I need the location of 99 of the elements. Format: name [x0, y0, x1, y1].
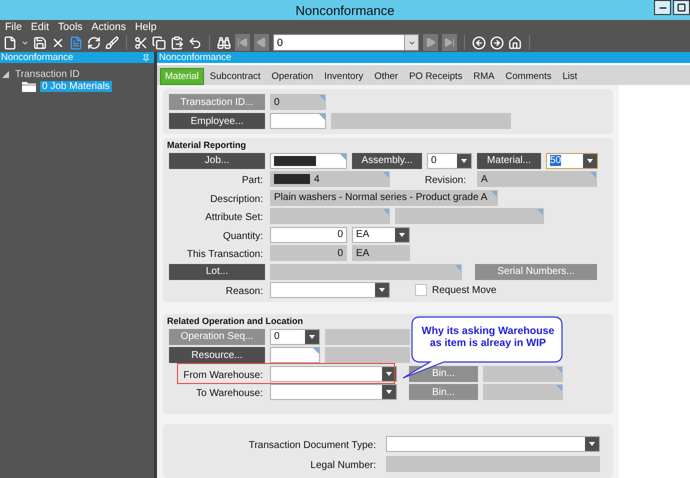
input-field[interactable]: 0 — [270, 226, 347, 242]
input-field[interactable] — [270, 152, 347, 168]
input-field[interactable]: 4 — [270, 171, 390, 187]
panel-header: Nonconformance — [0, 52, 154, 63]
record-field[interactable]: 0 — [273, 34, 419, 51]
input-field[interactable] — [395, 208, 544, 224]
dropdown-field[interactable]: 0 — [427, 152, 472, 168]
expander-icon[interactable] — [2, 70, 9, 78]
caret-icon — [386, 372, 392, 376]
tab[interactable]: PO Receipts — [404, 68, 468, 85]
field-label: Part: — [242, 175, 263, 186]
input-field[interactable]: EA — [352, 245, 410, 261]
menu-item[interactable]: Help — [134, 20, 157, 32]
form-button[interactable]: Job... — [169, 152, 265, 168]
new-file-icon[interactable] — [3, 36, 17, 50]
tab[interactable]: Other — [369, 68, 404, 85]
tab[interactable]: List — [557, 68, 582, 85]
field-label: Attribute Set: — [205, 212, 263, 223]
field-label: Quantity: — [222, 230, 263, 242]
dropdown-field[interactable] — [270, 366, 397, 382]
pin-icon[interactable] — [142, 54, 150, 62]
input-field[interactable]: 0 — [270, 94, 326, 110]
input-field[interactable] — [386, 456, 600, 472]
menu-item[interactable]: File — [5, 20, 22, 32]
dropdown-field[interactable]: 0 — [270, 328, 320, 344]
dropdown-field[interactable] — [386, 436, 600, 452]
caret-icon — [461, 158, 467, 162]
last-icon — [444, 37, 455, 48]
input-field[interactable]: A — [477, 171, 597, 187]
home-icon[interactable] — [508, 36, 522, 50]
form-button[interactable]: Lot... — [169, 264, 265, 280]
caret-icon — [587, 158, 593, 162]
input-field[interactable] — [325, 347, 410, 363]
forward-icon[interactable] — [490, 36, 504, 50]
section-title: Related Operation and Location — [167, 316, 304, 326]
input-field[interactable]: Plain washers - Normal series - Product grade A — [270, 190, 498, 206]
input-field[interactable]: 0 — [270, 245, 347, 261]
menu-item[interactable]: Actions — [92, 20, 126, 32]
minimize-button[interactable] — [654, 0, 671, 15]
form-button[interactable]: Material... — [477, 152, 541, 168]
input-field[interactable] — [325, 328, 410, 344]
maximize-button[interactable] — [673, 0, 690, 15]
field-label: Description: — [210, 194, 263, 204]
dropdown-field[interactable]: 50 — [546, 152, 598, 168]
caret-icon — [386, 390, 392, 394]
field-label: Legal Number: — [310, 460, 376, 471]
next-icon — [425, 37, 436, 48]
menu-item[interactable]: Edit — [30, 20, 50, 32]
caret-icon — [589, 442, 595, 446]
undo-icon[interactable] — [188, 36, 202, 50]
field-label: From Warehouse: — [183, 370, 263, 380]
dropdown-field[interactable]: EA — [352, 226, 410, 242]
input-field[interactable] — [270, 113, 326, 129]
input-field[interactable] — [270, 208, 390, 224]
first-icon — [237, 37, 248, 48]
field-label: Revision: — [424, 175, 466, 186]
panel-header: Nonconformance — [157, 52, 690, 63]
tab[interactable]: Inventory — [319, 68, 368, 85]
back-icon[interactable] — [472, 36, 486, 50]
checkbox[interactable] — [415, 284, 427, 296]
previous-icon — [256, 37, 267, 48]
cut-icon[interactable] — [134, 36, 148, 50]
tab[interactable]: Operation — [266, 68, 318, 85]
tree-item[interactable]: Transaction ID — [13, 68, 82, 80]
dropdown-field[interactable] — [270, 384, 397, 400]
redaction-mark — [274, 156, 316, 166]
copy-icon[interactable] — [152, 36, 166, 50]
refresh-icon[interactable] — [87, 36, 101, 50]
maximize-icon — [677, 3, 686, 12]
input-field[interactable] — [331, 113, 511, 129]
tab[interactable]: Comments — [500, 68, 556, 85]
input-field[interactable] — [483, 366, 563, 382]
tab[interactable]: RMA — [468, 68, 500, 85]
field-label: To Warehouse: — [196, 388, 263, 399]
checkbox-label: Request Move — [432, 284, 496, 296]
caret-icon — [379, 288, 385, 292]
callout-text: Why its asking Warehouse as item is alreay in WIP — [420, 325, 556, 349]
input-field[interactable] — [270, 264, 462, 280]
caret-icon — [399, 232, 405, 236]
tab[interactable]: Subcontract — [204, 68, 266, 85]
section-title: Material Reporting — [167, 140, 248, 150]
dropdown-field[interactable] — [270, 282, 390, 298]
window-title: Nonconformance — [296, 2, 394, 18]
save-icon[interactable] — [33, 36, 47, 50]
field-label: Transaction Document Type: — [248, 440, 376, 451]
form-button[interactable]: Assembly... — [352, 152, 422, 168]
field-label: Reason: — [226, 286, 263, 297]
binoculars-icon[interactable] — [217, 36, 231, 50]
form-button[interactable]: Employee... — [169, 113, 265, 129]
field-label: This Transaction: — [186, 249, 263, 260]
input-field[interactable] — [270, 347, 320, 363]
caret-icon — [309, 334, 315, 338]
redaction-mark — [274, 174, 310, 184]
menu-item[interactable]: Tools — [58, 20, 83, 32]
form-button[interactable]: Resource... — [169, 347, 265, 363]
brush-icon[interactable] — [105, 36, 119, 50]
folder-icon — [22, 80, 36, 92]
input-field[interactable] — [483, 384, 563, 400]
paste-icon[interactable] — [170, 36, 184, 50]
